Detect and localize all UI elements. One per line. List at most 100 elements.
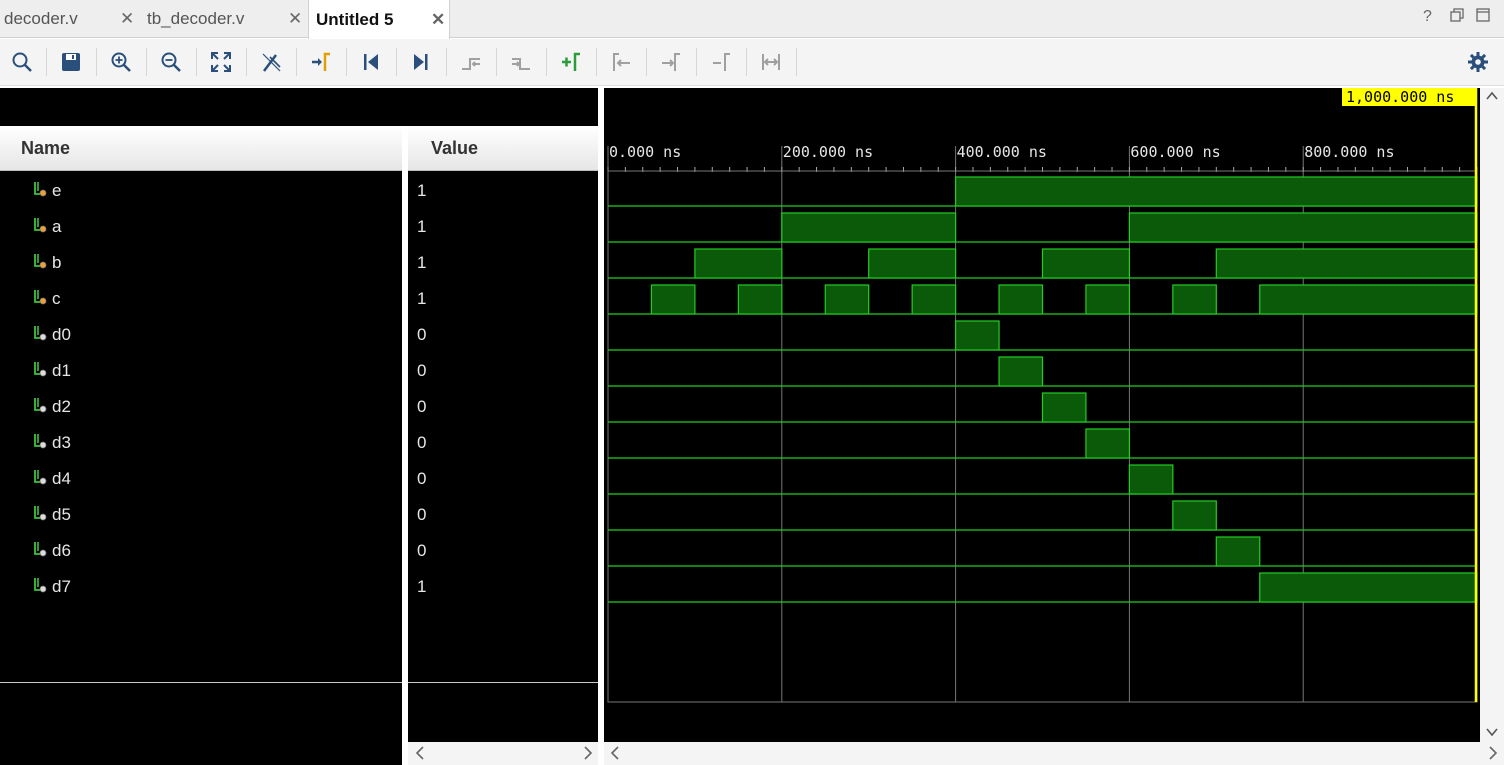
go-to-end-icon[interactable] xyxy=(408,49,434,75)
signal-name: d4 xyxy=(52,469,71,488)
signal-name: d7 xyxy=(52,577,71,596)
name-column-header[interactable]: Name xyxy=(0,126,402,171)
next-transition-icon[interactable] xyxy=(508,49,534,75)
signal-row-d7[interactable]: d7 xyxy=(32,569,71,605)
column-divider[interactable] xyxy=(402,126,408,765)
signal-name: c xyxy=(52,289,61,308)
waveform-horizontal-scrollbar[interactable] xyxy=(604,742,1504,765)
signal-value-d6: 0 xyxy=(417,541,427,560)
wave-high-c xyxy=(1259,284,1478,315)
scroll-left-icon[interactable] xyxy=(413,745,427,764)
signal-value-c: 1 xyxy=(417,289,427,308)
help-icon[interactable]: ? xyxy=(1423,8,1432,26)
signal-row-d1[interactable]: d1 xyxy=(32,353,71,389)
close-icon[interactable]: ✕ xyxy=(288,9,302,29)
output-signal-icon xyxy=(32,396,52,419)
waveform-area[interactable]: 0.000 ns 200.000 ns 400.000 ns 600.000 ns 80… xyxy=(604,88,1480,742)
tab-label: tb_decoder.v xyxy=(147,9,245,28)
signal-value-a: 1 xyxy=(417,217,427,236)
waveform-toolbar xyxy=(0,39,1504,86)
remove-marker-icon[interactable] xyxy=(708,49,734,75)
signal-name: d5 xyxy=(52,505,71,524)
signal-name: d0 xyxy=(52,325,71,344)
signal-row-d2[interactable]: d2 xyxy=(32,389,71,425)
wave-high-c xyxy=(737,284,783,315)
tab-label: decoder.v xyxy=(4,9,78,28)
input-signal-icon xyxy=(32,252,52,275)
signal-row-e[interactable]: e xyxy=(32,173,61,209)
signal-list-panel: Name Value e 1 a 1 b 1 c 1 d0 0 d1 0 d2 0 d3 0 d4 0 d5 0 d6 0… xyxy=(0,88,598,765)
value-horizontal-scrollbar[interactable] xyxy=(408,742,598,765)
signal-row-d6[interactable]: d6 xyxy=(32,533,71,569)
output-signal-icon xyxy=(32,468,52,491)
signal-name: a xyxy=(52,217,62,236)
signal-row-d5[interactable]: d5 xyxy=(32,497,71,533)
output-signal-icon xyxy=(32,540,52,563)
tab-label: Untitled 5 xyxy=(316,9,394,29)
scroll-right-icon[interactable] xyxy=(581,745,595,764)
editor-tab-bar: decoder.v ✕ tb_decoder.v ✕ Untitled 5 ✕ … xyxy=(0,0,1504,39)
input-signal-icon xyxy=(32,288,52,311)
signal-row-d3[interactable]: d3 xyxy=(32,425,71,461)
tab-untitled-5[interactable]: Untitled 5 ✕ xyxy=(308,0,450,39)
scroll-up-icon[interactable] xyxy=(1485,88,1499,106)
close-icon[interactable]: ✕ xyxy=(431,10,445,30)
signal-value-d7: 1 xyxy=(417,577,427,596)
signal-row-b[interactable]: b xyxy=(32,245,61,281)
settings-icon[interactable] xyxy=(1465,49,1491,75)
input-signal-icon xyxy=(32,180,52,203)
zoom-fit-icon[interactable] xyxy=(208,49,234,75)
time-tick-label: 200.000 ns xyxy=(783,143,873,161)
wave-high-b xyxy=(1041,248,1131,279)
wave-high-d2 xyxy=(1041,392,1087,423)
wave-high-d0 xyxy=(955,320,1000,351)
wave-high-d3 xyxy=(1085,428,1131,459)
zoom-in-icon[interactable] xyxy=(108,49,134,75)
cursor-time-label: 1,000.000 ns xyxy=(1346,88,1454,106)
signal-row-d4[interactable]: d4 xyxy=(32,461,71,497)
signal-row-a[interactable]: a xyxy=(32,209,61,245)
search-icon[interactable] xyxy=(9,49,35,75)
save-icon[interactable] xyxy=(58,49,84,75)
scroll-down-icon[interactable] xyxy=(1485,724,1499,742)
swap-cursors-icon[interactable] xyxy=(758,49,784,75)
tab-tb-decoder-v[interactable]: tb_decoder.v ✕ xyxy=(143,0,307,38)
wave-high-a xyxy=(1128,212,1478,243)
restore-icon[interactable] xyxy=(1450,8,1464,27)
go-to-start-icon[interactable] xyxy=(358,49,384,75)
maximize-icon[interactable] xyxy=(1476,8,1490,27)
scroll-right-icon[interactable] xyxy=(1486,745,1500,764)
wave-high-c xyxy=(1085,284,1131,315)
signal-row-c[interactable]: c xyxy=(32,281,61,317)
signal-row-d0[interactable]: d0 xyxy=(32,317,71,353)
signal-value-d0: 0 xyxy=(417,325,427,344)
signal-name: d6 xyxy=(52,541,71,560)
wave-high-c xyxy=(824,284,870,315)
tab-decoder-v[interactable]: decoder.v ✕ xyxy=(0,0,142,38)
close-icon[interactable]: ✕ xyxy=(120,9,134,29)
vertical-scrollbar[interactable] xyxy=(1480,88,1504,742)
time-tick-label: 800.000 ns xyxy=(1304,143,1394,161)
zoom-out-icon[interactable] xyxy=(158,49,184,75)
signal-value-d4: 0 xyxy=(417,469,427,488)
previous-transition-icon[interactable] xyxy=(458,49,484,75)
time-tick-label: 400.000 ns xyxy=(957,143,1047,161)
add-marker-icon[interactable] xyxy=(308,49,334,75)
output-signal-icon xyxy=(32,324,52,347)
output-signal-icon xyxy=(32,504,52,527)
next-marker-icon[interactable] xyxy=(658,49,684,75)
add-cursor-icon[interactable] xyxy=(558,49,584,75)
value-column-header[interactable]: Value xyxy=(408,126,598,171)
wave-high-e xyxy=(955,176,1478,207)
signal-value-b: 1 xyxy=(417,253,427,272)
previous-marker-icon[interactable] xyxy=(608,49,634,75)
wave-high-d4 xyxy=(1128,464,1174,495)
snap-to-transition-icon[interactable] xyxy=(258,49,284,75)
signal-name: d1 xyxy=(52,361,71,380)
scroll-left-icon[interactable] xyxy=(608,745,622,764)
wave-high-c xyxy=(650,284,696,315)
output-signal-icon xyxy=(32,432,52,455)
wave-high-d5 xyxy=(1172,500,1217,531)
signal-name: b xyxy=(52,253,62,272)
wave-high-b xyxy=(868,248,957,279)
